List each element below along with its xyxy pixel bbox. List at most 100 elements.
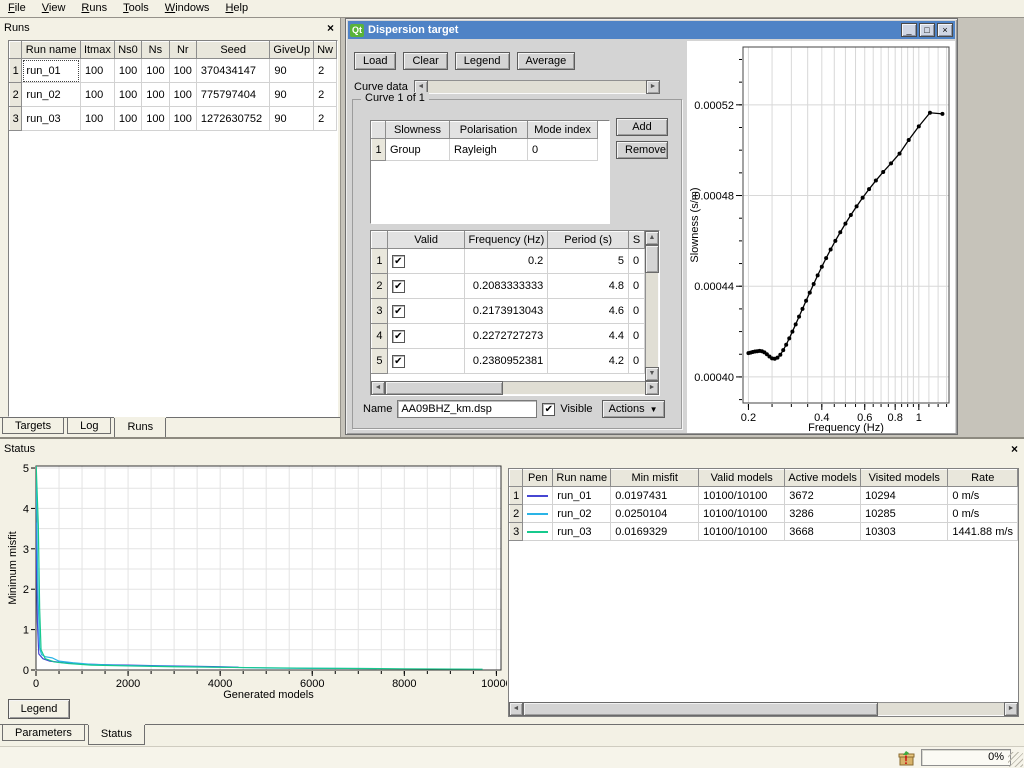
period-cell[interactable]: 4.8 xyxy=(548,274,629,299)
slowness-cell[interactable]: 0 xyxy=(629,249,645,274)
scrollbar-thumb[interactable] xyxy=(645,245,659,273)
slowness-cell[interactable]: 0 xyxy=(629,299,645,324)
run-name-cell[interactable]: run_02 xyxy=(553,505,611,523)
table-cell[interactable]: 100 xyxy=(142,59,169,83)
table-cell[interactable]: 100 xyxy=(80,107,114,131)
column-header[interactable]: Valid models xyxy=(699,470,785,487)
status-table[interactable]: PenRun nameMin misfitValid modelsActive … xyxy=(509,469,1018,541)
table-cell[interactable]: 0 xyxy=(528,139,598,161)
column-header[interactable]: Seed xyxy=(196,42,269,59)
table-cell[interactable]: run_01 xyxy=(22,59,81,83)
table-cell[interactable]: 100 xyxy=(80,83,114,107)
visible-checkbox[interactable]: ✔ xyxy=(542,403,555,416)
column-header[interactable]: Visited models xyxy=(861,470,948,487)
table-cell[interactable]: 100 xyxy=(142,83,169,107)
column-header[interactable]: Ns xyxy=(142,42,169,59)
tab-status[interactable]: Status xyxy=(88,725,145,745)
column-header[interactable]: Run name xyxy=(22,42,81,59)
rate-cell[interactable]: 0 m/s xyxy=(948,505,1018,523)
maximize-icon[interactable]: □ xyxy=(919,23,935,37)
row-header[interactable]: 2 xyxy=(372,274,388,299)
scrollbar-thumb[interactable] xyxy=(385,381,503,395)
frequency-cell[interactable]: 0.2173913043 xyxy=(465,299,548,324)
scrollbar-groove[interactable] xyxy=(878,702,1004,716)
scroll-right-icon[interactable]: ► xyxy=(1004,702,1018,716)
column-header[interactable]: S xyxy=(629,232,645,249)
period-cell[interactable]: 4.2 xyxy=(548,349,629,374)
table-row[interactable]: 1✔0.250 xyxy=(372,249,645,274)
active-models-cell[interactable]: 3286 xyxy=(785,505,861,523)
table-row[interactable]: 1run_01100100100100370434147902 xyxy=(10,59,337,83)
scroll-up-icon[interactable]: ▲ xyxy=(645,231,659,245)
row-header[interactable]: 4 xyxy=(372,324,388,349)
run-name-cell[interactable]: run_01 xyxy=(553,487,611,505)
slowness-cell[interactable]: 0 xyxy=(629,324,645,349)
table-row[interactable]: 2run_02100100100100775797404902 xyxy=(10,83,337,107)
scroll-left-icon[interactable]: ◄ xyxy=(509,702,523,716)
row-header[interactable]: 1 xyxy=(10,59,22,83)
period-cell[interactable]: 5 xyxy=(548,249,629,274)
resize-grip-icon[interactable] xyxy=(1008,752,1023,767)
menu-item-windows[interactable]: Windows xyxy=(157,1,218,16)
menu-item-help[interactable]: Help xyxy=(217,1,256,16)
table-cell[interactable]: 90 xyxy=(270,59,314,83)
column-header[interactable]: Active models xyxy=(785,470,861,487)
close-icon[interactable]: × xyxy=(327,22,334,34)
table-cell[interactable]: 90 xyxy=(270,83,314,107)
menu-item-runs[interactable]: Runs xyxy=(73,1,115,16)
table-row[interactable]: 1run_010.019743110100/101003672102940 m/… xyxy=(510,487,1018,505)
table-cell[interactable]: 100 xyxy=(114,83,141,107)
table-cell[interactable]: 100 xyxy=(80,59,114,83)
column-header[interactable]: Polarisation xyxy=(450,122,528,139)
row-header[interactable]: 3 xyxy=(510,523,523,541)
legend-button[interactable]: Legend xyxy=(455,52,510,70)
row-header[interactable]: 1 xyxy=(372,249,388,274)
table-cell[interactable]: run_03 xyxy=(22,107,81,131)
horizontal-scrollbar[interactable]: ◄ ► xyxy=(371,381,659,395)
menu-item-view[interactable]: View xyxy=(34,1,74,16)
table-cell[interactable]: 100 xyxy=(169,83,196,107)
table-cell[interactable]: Group xyxy=(386,139,450,161)
active-models-cell[interactable]: 3672 xyxy=(785,487,861,505)
table-cell[interactable]: Rayleigh xyxy=(450,139,528,161)
table-cell[interactable]: 100 xyxy=(142,107,169,131)
active-models-cell[interactable]: 3668 xyxy=(785,523,861,541)
checkbox-checked-icon[interactable]: ✔ xyxy=(392,255,405,268)
min-misfit-cell[interactable]: 0.0169329 xyxy=(611,523,699,541)
package-warning-icon[interactable]: ! xyxy=(897,749,917,767)
min-misfit-cell[interactable]: 0.0197431 xyxy=(611,487,699,505)
column-header[interactable]: Valid xyxy=(387,232,465,249)
column-header[interactable]: Itmax xyxy=(80,42,114,59)
scrollbar-groove[interactable] xyxy=(503,381,645,395)
table-row[interactable]: 2✔0.20833333334.80 xyxy=(372,274,645,299)
row-header[interactable]: 3 xyxy=(10,107,22,131)
scrollbar-groove[interactable] xyxy=(645,273,659,367)
rate-cell[interactable]: 0 m/s xyxy=(948,487,1018,505)
frequency-table[interactable]: ValidFrequency (Hz)Period (s)S 1✔0.2502✔… xyxy=(371,231,645,374)
column-header[interactable]: Nw xyxy=(314,42,337,59)
table-row[interactable]: 4✔0.22727272734.40 xyxy=(372,324,645,349)
frequency-cell[interactable]: 0.2380952381 xyxy=(465,349,548,374)
checkbox-checked-icon[interactable]: ✔ xyxy=(392,305,405,318)
row-header[interactable]: 3 xyxy=(372,299,388,324)
run-name-cell[interactable]: run_03 xyxy=(553,523,611,541)
clear-button[interactable]: Clear xyxy=(403,52,447,70)
visited-models-cell[interactable]: 10285 xyxy=(861,505,948,523)
visited-models-cell[interactable]: 10294 xyxy=(861,487,948,505)
row-header[interactable]: 2 xyxy=(10,83,22,107)
table-cell[interactable]: 2 xyxy=(314,59,337,83)
column-header[interactable]: Nr xyxy=(169,42,196,59)
curve-data-scrollbar[interactable] xyxy=(428,80,646,94)
table-cell[interactable]: 100 xyxy=(114,59,141,83)
row-header[interactable]: 2 xyxy=(510,505,523,523)
menu-item-tools[interactable]: Tools xyxy=(115,1,157,16)
column-header[interactable]: Rate xyxy=(948,470,1018,487)
tab-log[interactable]: Log xyxy=(67,418,111,434)
valid-models-cell[interactable]: 10100/10100 xyxy=(699,523,785,541)
misfit-plot[interactable]: 0123450200040006000800010000Generated mo… xyxy=(6,461,507,701)
menu-item-file[interactable]: File xyxy=(0,1,34,16)
scroll-down-icon[interactable]: ▼ xyxy=(645,367,659,381)
horizontal-scrollbar[interactable]: ◄ ► xyxy=(509,702,1018,716)
period-cell[interactable]: 4.4 xyxy=(548,324,629,349)
table-cell[interactable]: 370434147 xyxy=(196,59,269,83)
